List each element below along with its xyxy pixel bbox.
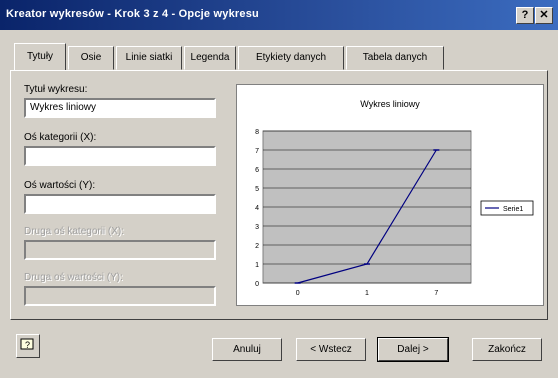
legend-label: Serie1 — [503, 206, 523, 213]
x-tick-label: 0 — [296, 290, 300, 297]
second-category-axis-input — [24, 240, 216, 260]
category-axis-label: Oś kategorii (X): — [24, 132, 97, 143]
tab-data-table[interactable]: Tabela danych — [346, 46, 444, 70]
tab-data-labels[interactable]: Etykiety danych — [238, 46, 344, 70]
value-axis-label: Oś wartości (Y): — [24, 180, 96, 191]
y-tick-label: 2 — [255, 243, 259, 250]
value-axis-input[interactable] — [24, 194, 216, 214]
y-tick-label: 4 — [255, 205, 259, 212]
y-tick-label: 1 — [255, 262, 259, 269]
y-tick-label: 7 — [255, 148, 259, 155]
finish-button[interactable]: Zakończ — [472, 338, 542, 361]
help-button[interactable]: ? — [516, 7, 534, 24]
close-button[interactable]: ✕ — [535, 7, 553, 24]
svg-text:?: ? — [25, 340, 30, 350]
tab-axes[interactable]: Osie — [68, 46, 114, 70]
chart-preview: Wykres liniowy 0 1 2 3 4 5 6 7 8 0 1 7 Serie1 — [236, 84, 544, 306]
window-title: Kreator wykresów - Krok 3 z 4 - Opcje wy… — [6, 8, 259, 20]
y-tick-label: 5 — [255, 186, 259, 193]
back-button[interactable]: < Wstecz — [296, 338, 366, 361]
assistant-icon: ? — [20, 338, 34, 350]
cancel-button[interactable]: Anuluj — [212, 338, 282, 361]
chart-title: Wykres liniowy — [360, 99, 420, 109]
office-assistant-button[interactable]: ? — [16, 334, 40, 358]
x-tick-label: 1 — [365, 290, 369, 297]
tab-gridlines[interactable]: Linie siatki — [116, 46, 182, 70]
second-value-axis-input — [24, 286, 216, 306]
x-tick-label: 7 — [434, 290, 438, 297]
chart-title-input[interactable]: Wykres liniowy — [24, 98, 216, 118]
next-button[interactable]: Dalej > — [377, 337, 449, 362]
category-axis-input[interactable] — [24, 146, 216, 166]
chart-svg: Wykres liniowy 0 1 2 3 4 5 6 7 8 0 1 7 Serie1 — [255, 99, 534, 297]
second-category-axis-label: Druga oś kategorii (X): — [24, 226, 125, 237]
second-value-axis-label: Druga oś wartości (Y): — [24, 272, 123, 283]
y-tick-label: 6 — [255, 167, 259, 174]
title-bar: Kreator wykresów - Krok 3 z 4 - Opcje wy… — [0, 0, 558, 30]
y-tick-label: 8 — [255, 129, 259, 136]
tab-legend[interactable]: Legenda — [184, 46, 236, 70]
y-tick-label: 3 — [255, 224, 259, 231]
chart-title-label: Tytuł wykresu: — [24, 84, 88, 95]
tab-titles[interactable]: Tytuły — [14, 43, 66, 70]
y-tick-label: 0 — [255, 281, 259, 288]
